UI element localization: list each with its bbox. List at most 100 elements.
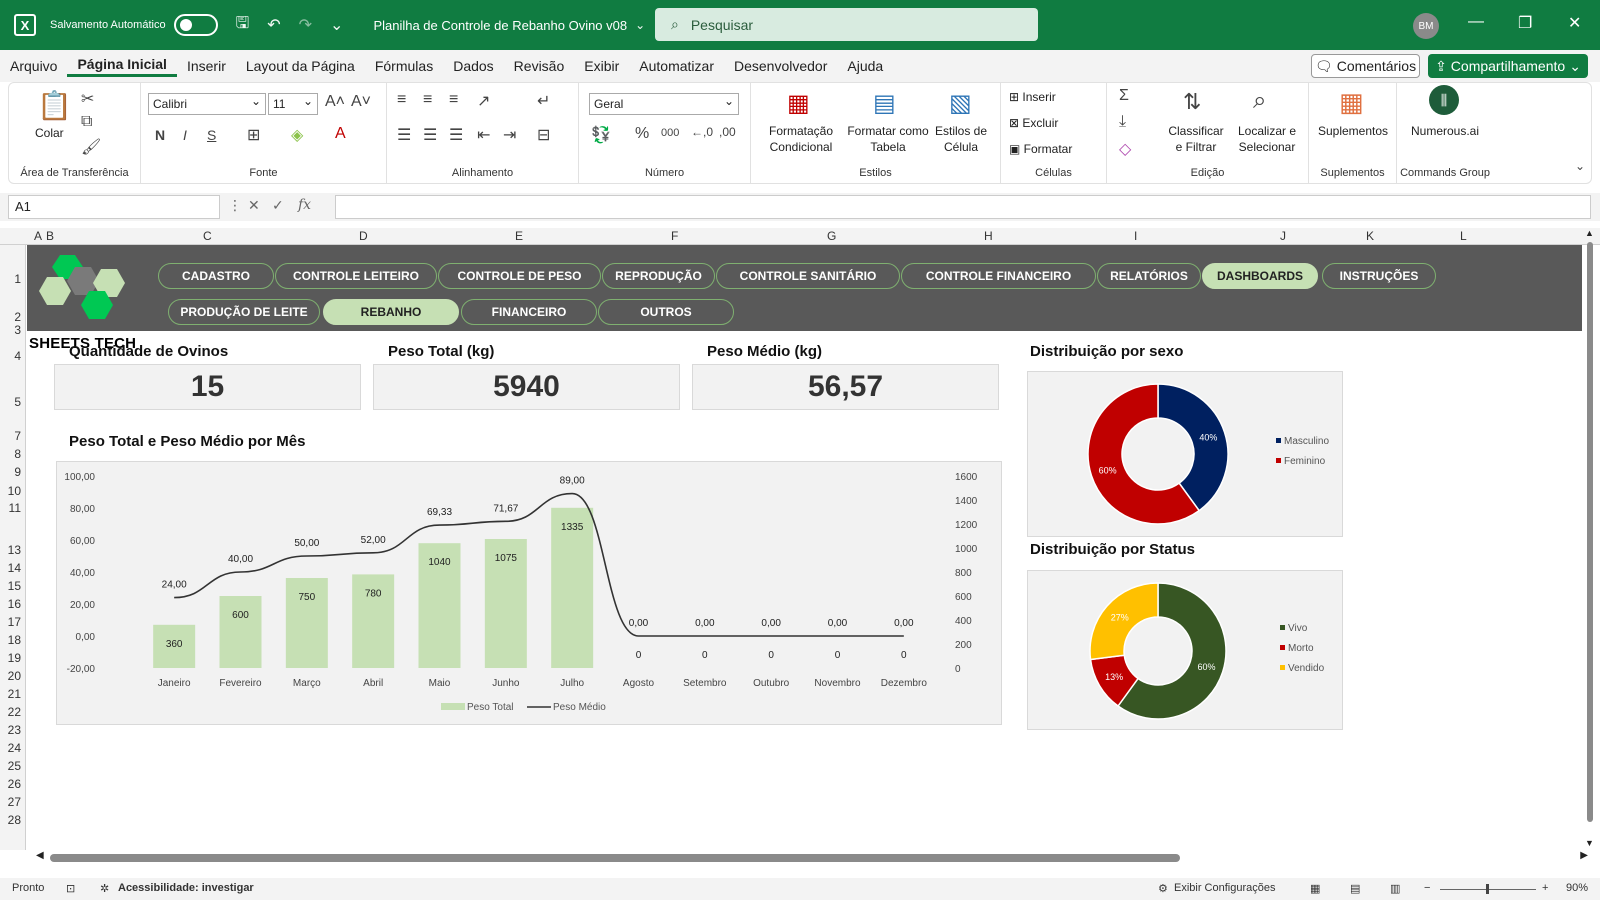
decrease-font-icon[interactable]: A˅: [351, 93, 371, 111]
nav-button-rebanho[interactable]: REBANHO: [323, 299, 459, 325]
row-header-19[interactable]: 19: [8, 651, 21, 665]
format-as-table-icon[interactable]: ▤: [873, 89, 896, 118]
menu-tab-4[interactable]: Fórmulas: [365, 58, 443, 74]
name-box[interactable]: A1: [8, 195, 220, 219]
sort-filter-button[interactable]: Classificar e Filtrar: [1163, 123, 1229, 155]
find-select-icon[interactable]: ⌕: [1253, 87, 1266, 115]
row-header-28[interactable]: 28: [8, 813, 21, 827]
row-header-26[interactable]: 26: [8, 777, 21, 791]
sort-filter-icon[interactable]: ⇅: [1183, 89, 1201, 115]
formula-input[interactable]: [335, 195, 1591, 219]
copy-icon[interactable]: ⧉: [81, 113, 92, 131]
font-color-icon[interactable]: A: [335, 125, 346, 143]
column-header-e[interactable]: E: [515, 229, 523, 243]
accessibility-status[interactable]: Acessibilidade: investigar: [118, 882, 254, 894]
scroll-left-icon[interactable]: ◀: [36, 850, 44, 861]
document-title[interactable]: Planilha de Controle de Rebanho Ovino v0…: [373, 18, 627, 33]
avatar[interactable]: BM: [1413, 13, 1439, 39]
font-size-select[interactable]: 11: [268, 91, 318, 115]
menu-tab-6[interactable]: Revisão: [504, 58, 575, 74]
menu-tab-7[interactable]: Exibir: [574, 58, 629, 74]
decrease-indent-icon[interactable]: ⇤: [477, 125, 490, 145]
row-header-9[interactable]: 9: [14, 465, 21, 479]
row-header-2[interactable]: 2: [14, 310, 21, 324]
scroll-down-icon[interactable]: ▼: [1585, 838, 1594, 848]
page-layout-view-icon[interactable]: ▤: [1350, 882, 1360, 895]
merge-center-icon[interactable]: ⊟: [537, 125, 550, 145]
orientation-icon[interactable]: ↗: [477, 91, 490, 111]
italic-button[interactable]: I: [183, 127, 187, 143]
collapse-ribbon-icon[interactable]: ⌄: [1575, 159, 1585, 173]
paste-icon[interactable]: 📋: [37, 89, 72, 122]
format-as-table-button[interactable]: Formatar como Tabela: [843, 123, 933, 155]
increase-font-icon[interactable]: A˄: [325, 93, 345, 111]
row-header-21[interactable]: 21: [8, 687, 21, 701]
macro-record-icon[interactable]: ⊡: [66, 882, 75, 895]
conditional-formatting-button[interactable]: Formatação Condicional: [761, 123, 841, 155]
zoom-slider-thumb[interactable]: [1486, 884, 1489, 894]
column-header-d[interactable]: D: [359, 229, 368, 243]
increase-decimal-icon[interactable]: ←,0: [691, 125, 713, 139]
row-header-11[interactable]: 11: [9, 501, 21, 515]
nav-button-controle-leiteiro[interactable]: CONTROLE LEITEIRO: [275, 263, 437, 289]
percent-icon[interactable]: %: [635, 125, 649, 143]
cell-styles-button[interactable]: Estilos de Célula: [931, 123, 991, 155]
row-header-20[interactable]: 20: [8, 669, 21, 683]
row-header-5[interactable]: 5: [14, 395, 21, 409]
search-input[interactable]: ⌕ Pesquisar: [655, 8, 1038, 41]
menu-tab-8[interactable]: Automatizar: [629, 58, 724, 74]
align-left-icon[interactable]: ☰: [397, 125, 411, 145]
row-header-24[interactable]: 24: [8, 741, 21, 755]
row-header-18[interactable]: 18: [8, 633, 21, 647]
align-middle-icon[interactable]: ≡: [423, 91, 432, 109]
nav-button-controle-financeiro[interactable]: CONTROLE FINANCEIRO: [901, 263, 1096, 289]
numerous-ai-icon[interactable]: ⫼: [1429, 85, 1459, 115]
monthly-chart-panel[interactable]: -20,00 0,00 20,00 40,00 60,00 80,00 100,00 0 200…: [56, 461, 1002, 725]
format-cells-button[interactable]: ▣ Formatar: [1009, 141, 1072, 157]
accounting-format-icon[interactable]: 💱: [591, 125, 611, 145]
minimize-icon[interactable]: —: [1468, 13, 1484, 31]
row-header-22[interactable]: 22: [8, 705, 21, 719]
column-header-i[interactable]: I: [1134, 229, 1137, 243]
menu-tab-0[interactable]: Arquivo: [0, 58, 67, 74]
bold-button[interactable]: N: [155, 127, 165, 143]
nav-button-financeiro[interactable]: FINANCEIRO: [461, 299, 597, 325]
format-painter-icon[interactable]: 🖌: [81, 137, 101, 157]
wrap-text-icon[interactable]: ↵: [537, 91, 550, 111]
nav-button-outros[interactable]: OUTROS: [598, 299, 734, 325]
align-right-icon[interactable]: ☰: [449, 125, 463, 145]
fill-color-icon[interactable]: ◈: [291, 125, 303, 145]
column-header-k[interactable]: K: [1366, 229, 1374, 243]
decrease-decimal-icon[interactable]: ,00: [719, 125, 736, 139]
cell-styles-icon[interactable]: ▧: [949, 89, 972, 118]
underline-button[interactable]: S: [207, 127, 216, 143]
customize-quick-access-icon[interactable]: ⌄: [330, 15, 343, 35]
borders-icon[interactable]: ⊞: [247, 125, 260, 145]
display-settings-icon[interactable]: ⚙: [1158, 882, 1168, 895]
autosave-toggle[interactable]: [173, 14, 218, 36]
vertical-scroll-thumb[interactable]: [1587, 242, 1593, 822]
vertical-scrollbar[interactable]: ▲ ▼: [1584, 228, 1596, 848]
sex-chart-panel[interactable]: 40% Masculino 60% Feminino: [1027, 371, 1343, 537]
row-header-13[interactable]: 13: [8, 543, 21, 557]
menu-tab-2[interactable]: Inserir: [177, 58, 236, 74]
fill-icon[interactable]: ⤓: [1119, 113, 1126, 131]
horizontal-scroll-thumb[interactable]: [50, 854, 1180, 862]
nav-button-reprodução[interactable]: REPRODUÇÃO: [602, 263, 715, 289]
align-bottom-icon[interactable]: ≡: [449, 91, 458, 109]
nav-button-relatórios[interactable]: RELATÓRIOS: [1097, 263, 1201, 289]
align-top-icon[interactable]: ≡: [397, 91, 406, 109]
enter-icon[interactable]: ✓: [272, 197, 284, 214]
column-header-c[interactable]: C: [203, 229, 212, 243]
numerous-ai-button[interactable]: Numerous.ai: [1401, 123, 1489, 139]
menu-tab-10[interactable]: Ajuda: [837, 58, 893, 74]
addins-icon[interactable]: ▦: [1339, 87, 1364, 118]
zoom-level[interactable]: 90%: [1566, 882, 1588, 894]
horizontal-scrollbar[interactable]: ◀ ▶: [36, 850, 1588, 864]
row-header-17[interactable]: 17: [8, 615, 21, 629]
comments-button[interactable]: 🗨 Comentários: [1311, 54, 1420, 78]
delete-cells-button[interactable]: ⊠ Excluir: [1009, 115, 1058, 131]
close-icon[interactable]: ✕: [1568, 13, 1581, 33]
font-name-select[interactable]: Calibri: [148, 91, 266, 115]
scroll-up-icon[interactable]: ▲: [1585, 228, 1594, 238]
